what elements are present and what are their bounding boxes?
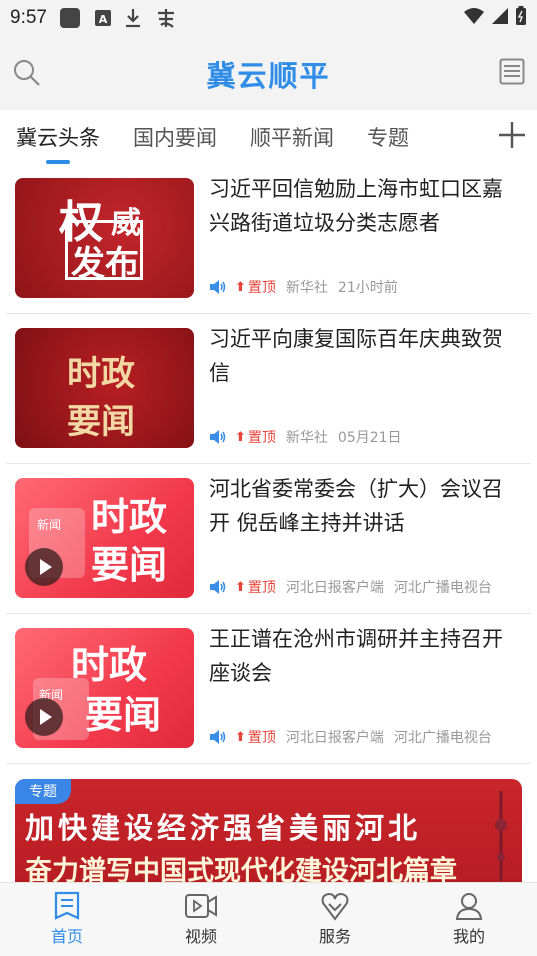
pin-arrow-icon: ⬆	[235, 579, 246, 595]
pin-arrow-icon: ⬆	[235, 729, 246, 745]
notification-app-icon	[155, 7, 177, 29]
thumb-text: 时政	[91, 495, 168, 539]
news-item[interactable]: 时政 新闻 要闻 王正谱在沧州市调研并主持召开座谈会 ⬆ 置顶 河北日报客户端 河…	[0, 614, 537, 764]
news-time: 河北广播电视台	[393, 580, 492, 596]
news-thumbnail: 时政 要闻	[15, 328, 194, 448]
news-source: 河北日报客户端	[285, 730, 384, 746]
pinned-badge: ⬆ 置顶	[235, 729, 276, 747]
pinned-badge: ⬆ 置顶	[235, 429, 276, 447]
thumb-text: 要闻	[85, 693, 162, 737]
wifi-icon	[463, 7, 485, 29]
news-meta: ⬆ 置顶 河北日报客户端 河北广播电视台	[209, 727, 492, 747]
news-title[interactable]: 王正谱在沧州市调研并主持召开座谈会	[209, 622, 519, 690]
video-icon	[185, 894, 217, 918]
status-time: 9:57	[10, 7, 47, 28]
speaker-icon[interactable]	[209, 579, 227, 595]
news-thumbnail: 新闻 时政 要闻	[15, 478, 194, 598]
a-letter-icon: A	[94, 9, 111, 27]
news-title[interactable]: 习近平回信勉励上海市虹口区嘉兴路街道垃圾分类志愿者	[209, 172, 519, 240]
thumb-text: 要闻	[91, 543, 168, 587]
tower-icon	[495, 791, 507, 881]
pinned-badge: ⬆ 置顶	[235, 279, 276, 297]
special-topic-banner[interactable]: 专题 加快建设经济强省美丽河北 奋力谱写中国式现代化建设河北篇章	[15, 779, 522, 882]
nav-label: 服务	[318, 927, 351, 946]
nav-label: 我的	[452, 927, 485, 946]
nav-home[interactable]: 首页	[27, 891, 107, 947]
news-source: 新华社	[285, 430, 328, 446]
pinned-badge: ⬆ 置顶	[235, 579, 276, 597]
news-item[interactable]: 时政 要闻 习近平向康复国际百年庆典致贺信 ⬆ 置顶 新华社 05月21日	[0, 314, 537, 464]
play-icon[interactable]	[25, 548, 63, 586]
app-header: 冀云顺平	[0, 36, 537, 110]
thumb-text: 发布	[71, 244, 139, 284]
channel-tabs: 冀云头条 国内要闻 顺平新闻 专题	[0, 110, 537, 166]
nav-mine[interactable]: 我的	[429, 891, 509, 947]
news-thumbnail: 时政 新闻 要闻	[15, 628, 194, 748]
home-doc-icon	[54, 891, 80, 920]
nav-label: 视频	[184, 927, 217, 946]
speaker-icon[interactable]	[209, 429, 227, 445]
news-source: 新华社	[285, 280, 328, 296]
bottom-nav: 首页 视频 服务 我的	[0, 882, 537, 956]
banner-headline: 加快建设经济强省美丽河北	[25, 811, 422, 845]
thumb-text: 要闻	[67, 402, 135, 442]
pin-arrow-icon: ⬆	[235, 429, 246, 445]
thumb-text: 新闻	[37, 518, 62, 532]
download-icon	[125, 8, 141, 28]
news-title[interactable]: 河北省委常委会（扩大）会议召开 倪岳峰主持并讲话	[209, 472, 519, 540]
tab-jiyun-headlines[interactable]: 冀云头条	[16, 122, 100, 152]
news-meta: ⬆ 置顶 新华社 21小时前	[209, 277, 398, 297]
nav-video[interactable]: 视频	[161, 891, 241, 947]
service-heart-icon	[321, 892, 349, 921]
add-channel-icon[interactable]	[497, 120, 527, 150]
pin-arrow-icon: ⬆	[235, 279, 246, 295]
news-source: 河北日报客户端	[285, 580, 384, 596]
tab-shunping-news[interactable]: 顺平新闻	[250, 122, 334, 152]
thumb-text: 时政	[71, 643, 148, 687]
news-item[interactable]: 新闻 时政 要闻 河北省委常委会（扩大）会议召开 倪岳峰主持并讲话 ⬆ 置顶 河北…	[0, 464, 537, 614]
speaker-icon[interactable]	[209, 729, 227, 745]
news-time: 河北广播电视台	[393, 730, 492, 746]
play-icon[interactable]	[25, 698, 63, 736]
speaker-icon[interactable]	[209, 279, 227, 295]
signal-icon	[491, 7, 509, 29]
svg-text:A: A	[99, 13, 108, 26]
banner-subheadline: 奋力谱写中国式现代化建设河北篇章	[25, 856, 457, 882]
thumb-text: 时政	[67, 354, 135, 394]
news-item[interactable]: 权 威 发布 习近平回信勉励上海市虹口区嘉兴路街道垃圾分类志愿者 ⬆ 置顶 新华社…	[0, 164, 537, 314]
nav-label: 首页	[50, 927, 83, 946]
news-meta: ⬆ 置顶 新华社 05月21日	[209, 427, 402, 447]
tab-special-topics[interactable]: 专题	[367, 122, 409, 152]
news-meta: ⬆ 置顶 河北日报客户端 河北广播电视台	[209, 577, 492, 597]
news-time: 21小时前	[337, 280, 398, 296]
banner-tag: 专题	[15, 779, 71, 804]
news-thumbnail: 权 威 发布	[15, 178, 194, 298]
battery-icon	[515, 6, 527, 30]
app-square-icon	[59, 7, 81, 29]
newspaper-icon[interactable]	[499, 58, 525, 86]
status-bar: 9:57 A	[0, 0, 537, 36]
news-time: 05月21日	[337, 430, 402, 446]
tab-domestic-news[interactable]: 国内要闻	[133, 122, 217, 152]
divider	[6, 763, 531, 764]
nav-service[interactable]: 服务	[295, 891, 375, 947]
person-icon	[455, 893, 483, 920]
app-title: 冀云顺平	[206, 59, 331, 93]
news-title[interactable]: 习近平向康复国际百年庆典致贺信	[209, 322, 519, 390]
